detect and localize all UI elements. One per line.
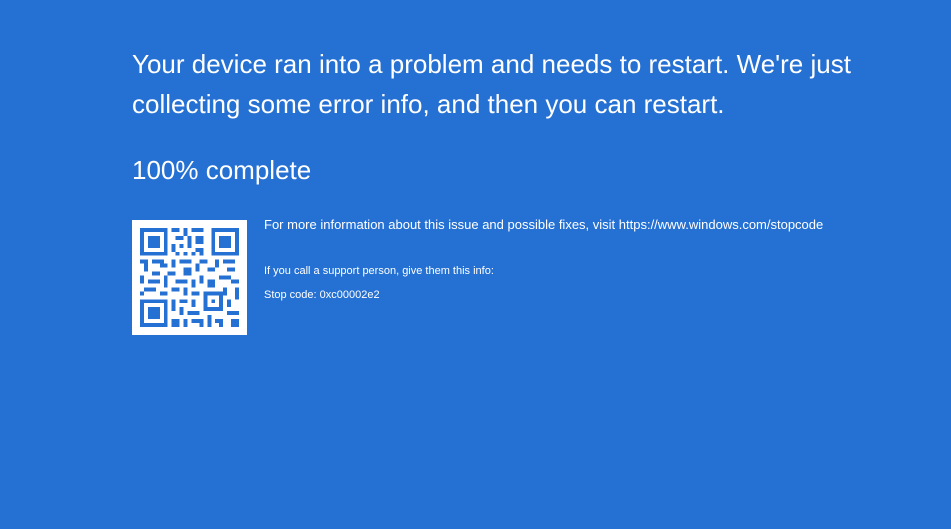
more-info-text: For more information about this issue an… [264, 217, 824, 232]
error-message-line-2: collecting some error info, and then you… [132, 89, 725, 119]
error-message-line-1: Your device ran into a problem and needs… [132, 49, 851, 79]
support-instructions: If you call a support person, give them … [264, 265, 494, 277]
qr-code-icon [140, 228, 239, 327]
qr-code [132, 220, 247, 335]
error-message: Your device ran into a problem and needs… [132, 44, 932, 124]
more-info: For more information about this issue an… [264, 216, 944, 234]
progress-text: 100% complete [132, 155, 312, 185]
bsod-screen: Your device ran into a problem and needs… [0, 0, 951, 529]
stop-code: Stop code: 0xc00002e2 [264, 289, 380, 301]
